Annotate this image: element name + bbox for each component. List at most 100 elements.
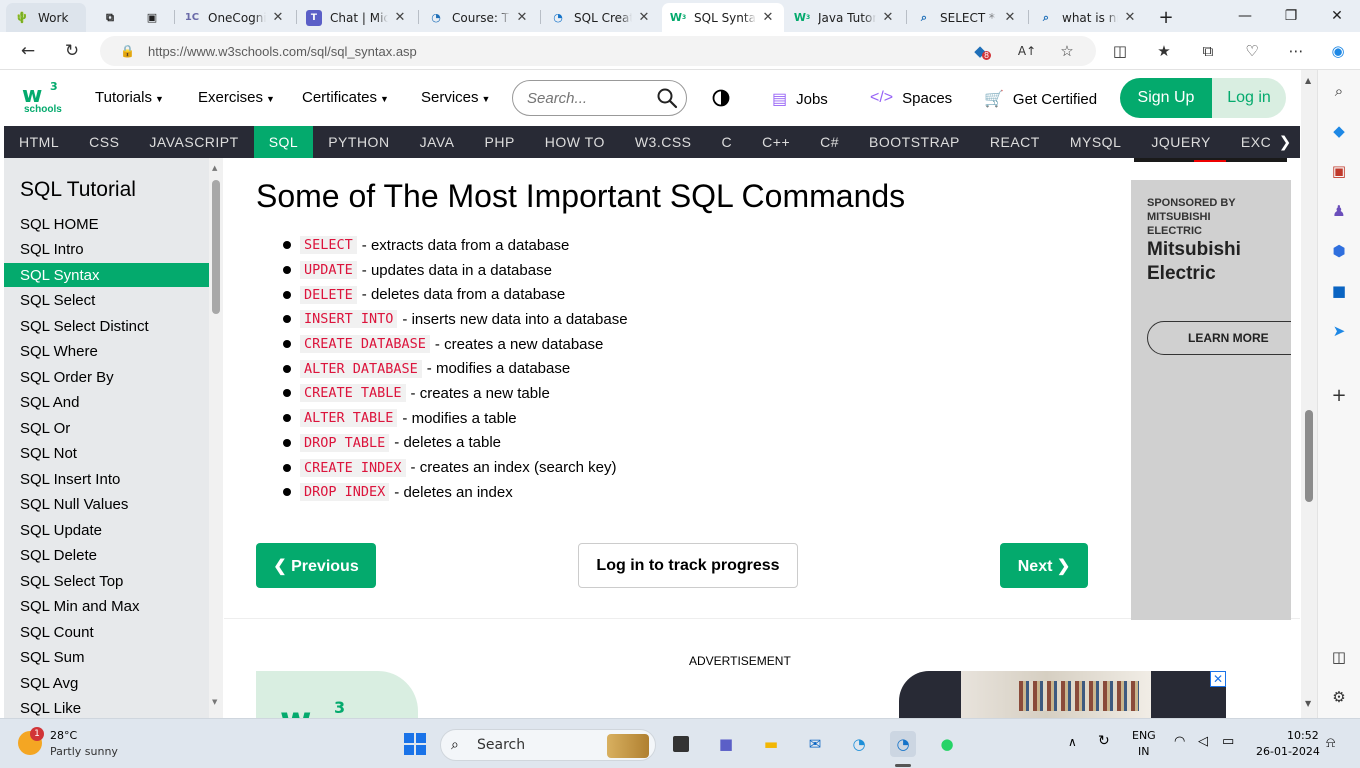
close-icon[interactable]: ✕ [760,10,776,25]
edge-taskbar-button[interactable]: ◔ [890,731,916,757]
sidebar-item[interactable]: SQL Null Values [4,493,209,517]
tab-java-tutorial[interactable]: W3 Java Tutorial ✕ [786,3,904,32]
sidebar-item[interactable]: SQL Select Distinct [4,314,209,338]
chevron-right-icon[interactable]: ❯ [1270,126,1300,158]
subject-link[interactable]: BOOTSTRAP [854,126,975,158]
menu-services[interactable]: Services ▼ [421,89,490,106]
outlook-icon[interactable]: ■ [1328,280,1350,302]
sidebar-item[interactable]: SQL Like [4,697,209,719]
split-screen-icon[interactable]: ◫ [1110,41,1130,61]
w3-promo-banner[interactable]: w 3 [256,671,418,718]
task-view-button[interactable] [668,731,694,757]
chevron-up-icon[interactable]: ∧ [1068,735,1077,749]
sidebar-settings-icon[interactable]: ⚙ [1328,686,1350,708]
volume-icon[interactable]: ◁ [1198,734,1208,749]
favorites-icon[interactable]: ★ [1154,41,1174,61]
ad-close-icon[interactable]: ✕ [1210,671,1226,687]
subject-link[interactable]: SQL [253,126,314,158]
sidebar-item[interactable]: SQL Select [4,289,209,313]
sidebar-item[interactable]: SQL Sum [4,646,209,670]
workspaces-button[interactable]: ⧉ [94,3,126,32]
edge-dev-button[interactable]: ◔ [846,731,872,757]
subject-link[interactable]: MYSQL [1055,126,1137,158]
w3schools-logo[interactable]: w 3 schools [22,78,64,118]
jobs-link[interactable]: ▤ Jobs [772,89,828,109]
track-progress-button[interactable]: Log in to track progress [578,543,798,588]
subject-link[interactable]: JAVASCRIPT [134,126,253,158]
close-icon[interactable]: ✕ [1122,10,1138,25]
sidebar-item[interactable]: SQL Select Top [4,569,209,593]
site-search[interactable] [512,80,687,116]
page-scrollbar[interactable]: ▲ ▼ [1301,70,1317,718]
sidebar-scrollbar[interactable]: ▲ ▼ [209,158,223,718]
tab-teams-chat[interactable]: T Chat | Microsoft Teams ✕ [298,3,416,32]
tab-select-search[interactable]: ⌕ SELECT * FROM ✕ [908,3,1026,32]
sidebar-item[interactable]: SQL Not [4,442,209,466]
learn-more-button[interactable]: LEARN MORE [1147,321,1291,355]
close-icon[interactable]: ✕ [514,10,530,25]
hide-sidebar-icon[interactable]: ◫ [1328,646,1350,668]
scroll-up-arrow-icon[interactable]: ▲ [212,164,217,172]
clock-time[interactable]: 10:52 [1287,729,1319,742]
shopping-tag-icon[interactable]: ◆ [1328,120,1350,142]
close-icon[interactable]: ✕ [880,10,896,25]
sidebar-search-icon[interactable]: ⌕ [1328,80,1350,102]
subject-link[interactable]: HTML [4,126,74,158]
page-scroll-thumb[interactable] [1305,410,1313,502]
spaces-link[interactable]: </> Spaces [870,89,952,107]
teams-taskbar-button[interactable]: ■ [713,731,739,757]
sponsored-ad[interactable]: SPONSORED BY MITSUBISHI ELECTRIC Mitsubi… [1131,180,1291,620]
more-options-icon[interactable]: ⋯ [1286,41,1306,61]
wifi-icon[interactable]: ◠ [1174,734,1185,749]
tools-briefcase-icon[interactable]: ▣ [1328,160,1350,182]
tab-course[interactable]: ◔ Course: The ✕ [420,3,538,32]
menu-tutorials[interactable]: Tutorials ▼ [95,89,164,106]
taskbar-search[interactable]: ⌕ Search [440,729,656,761]
new-tab-button[interactable]: + [1152,3,1180,32]
subject-link[interactable]: PYTHON [313,126,404,158]
next-button[interactable]: Next ❯ [1000,543,1088,588]
send-icon[interactable]: ➤ [1328,320,1350,342]
mail-button[interactable]: ✉ [802,731,828,757]
subject-link[interactable]: C [707,126,748,158]
search-icon[interactable] [656,87,678,109]
scroll-down-arrow-icon[interactable]: ▼ [1305,699,1311,708]
subject-link[interactable]: PHP [470,126,530,158]
tab-what-is-nm[interactable]: ⌕ what is nm ✕ [1030,3,1146,32]
sidebar-item[interactable]: SQL Or [4,416,209,440]
weather-widget[interactable]: 1 28°C Partly sunny [16,727,136,763]
sidebar-item[interactable]: SQL Update [4,518,209,542]
sidebar-item[interactable]: SQL Where [4,340,209,364]
sidebar-item[interactable]: SQL Delete [4,544,209,568]
collections-icon[interactable]: ⧉ [1198,41,1218,61]
sidebar-item[interactable]: SQL Order By [4,365,209,389]
theme-toggle[interactable] [712,89,730,107]
close-icon[interactable]: ✕ [270,10,286,25]
scroll-up-arrow-icon[interactable]: ▲ [1305,76,1311,85]
tab-sql-create[interactable]: ◔ SQL Create ✕ [542,3,660,32]
subject-link[interactable]: REACT [975,126,1055,158]
copilot-icon[interactable]: ◉ [1328,41,1348,61]
restore-button[interactable]: ❐ [1268,0,1314,32]
site-search-input[interactable] [527,88,647,108]
battery-icon[interactable]: ▭ [1222,734,1234,749]
sidebar-item[interactable]: SQL Avg [4,671,209,695]
address-bar[interactable]: 🔒 https://www.w3schools.com/sql/sql_synt… [100,36,1096,66]
extension-shield-icon[interactable]: ◆ 8 [970,41,992,61]
subject-link[interactable]: C# [805,126,854,158]
subject-link[interactable]: HOW TO [530,126,620,158]
sidebar-item[interactable]: SQL Min and Max [4,595,209,619]
close-window-button[interactable]: ✕ [1314,0,1360,32]
menu-certificates[interactable]: Certificates ▼ [302,89,389,106]
sidebar-item[interactable]: SQL And [4,391,209,415]
scroll-down-arrow-icon[interactable]: ▼ [212,698,217,706]
back-button[interactable]: ← [14,37,42,65]
subject-link[interactable]: JQUERY [1136,126,1226,158]
start-button[interactable] [402,731,428,757]
microsoft365-icon[interactable]: ⬢ [1328,240,1350,262]
sign-up-button[interactable]: Sign Up [1120,78,1212,118]
whatsapp-button[interactable]: ● [934,731,960,757]
subject-link[interactable]: C++ [747,126,805,158]
close-icon[interactable]: ✕ [636,10,652,25]
tab-sql-syntax[interactable]: W3 SQL Syntax ✕ [662,3,784,32]
